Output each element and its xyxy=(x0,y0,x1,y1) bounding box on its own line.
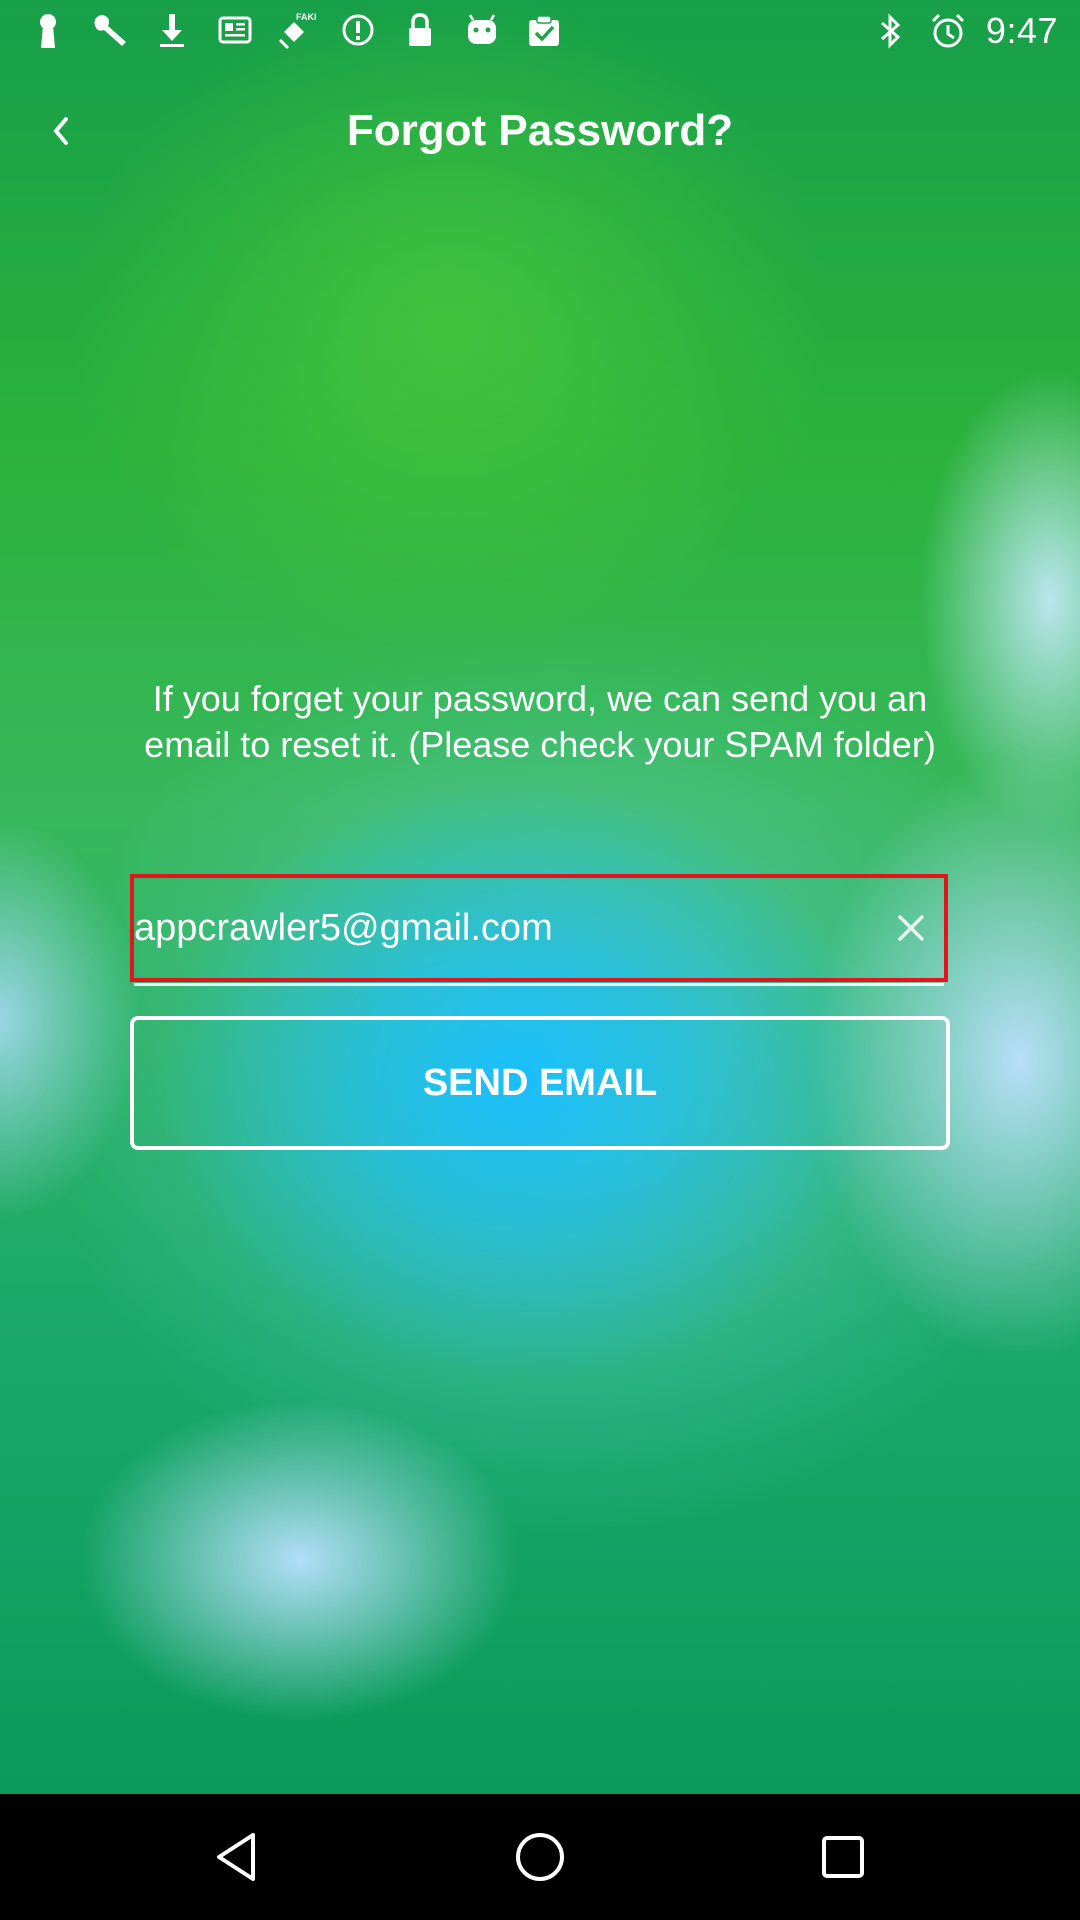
back-button[interactable] xyxy=(36,103,86,159)
alarm-icon xyxy=(931,13,964,48)
fake-gps-icon: FAKE xyxy=(278,12,316,50)
status-bar: FAKE 9:47 xyxy=(0,0,1080,63)
back-triangle-icon xyxy=(217,1833,255,1881)
recents-square-icon xyxy=(822,1836,864,1878)
home-circle-icon xyxy=(516,1833,564,1881)
svg-text:FAKE: FAKE xyxy=(296,12,316,22)
bluetooth-icon xyxy=(880,13,901,49)
download-icon xyxy=(160,14,184,47)
alert-icon xyxy=(342,14,374,46)
android-icon xyxy=(468,14,496,44)
status-clock: 9:47 xyxy=(985,10,1058,51)
status-right-icons: 9:47 xyxy=(870,10,1058,52)
send-email-button[interactable]: SEND EMAIL xyxy=(130,1016,950,1150)
email-field[interactable]: appcrawler5@gmail.com xyxy=(130,874,948,986)
email-field-underline xyxy=(134,983,944,986)
close-icon xyxy=(898,915,924,941)
status-left-icons: FAKE xyxy=(28,10,564,50)
app-bar: Forgot Password? xyxy=(0,63,1080,199)
nav-home-button[interactable] xyxy=(510,1827,570,1887)
keyhole-icon xyxy=(40,14,56,48)
nav-recents-button[interactable] xyxy=(813,1827,873,1887)
chevron-left-icon xyxy=(53,117,68,145)
news-icon xyxy=(218,16,252,44)
navigation-bar xyxy=(0,1794,1080,1920)
clipboard-check-icon xyxy=(529,15,559,46)
clear-email-button[interactable] xyxy=(886,903,936,953)
forgot-password-screen: FAKE 9:47 Forgot Password? If you forget… xyxy=(0,0,1080,1794)
lock-icon xyxy=(409,13,431,46)
nav-back-button[interactable] xyxy=(207,1827,267,1887)
email-input-value[interactable]: appcrawler5@gmail.com xyxy=(134,878,834,978)
wrench-icon xyxy=(94,15,126,46)
reset-info-text: If you forget your password, we can send… xyxy=(144,678,936,765)
page-title: Forgot Password? xyxy=(346,106,734,155)
